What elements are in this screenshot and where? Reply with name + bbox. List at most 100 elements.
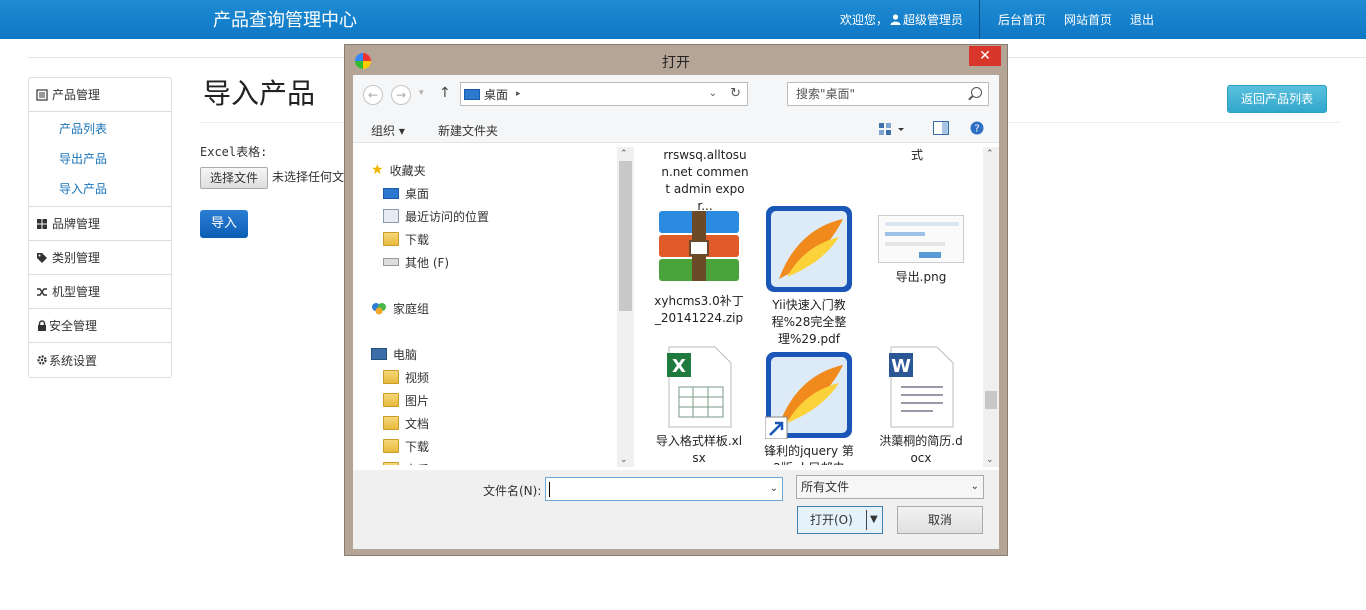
tree-item-music[interactable]: 音乐 xyxy=(383,459,429,465)
scroll-up-icon[interactable]: ⌃ xyxy=(986,149,994,159)
up-arrow-icon[interactable]: ↑ xyxy=(439,85,451,101)
sidebar-group-brands[interactable]: 品牌管理 xyxy=(29,207,171,241)
tree-item-desktop[interactable]: 桌面 xyxy=(383,183,429,203)
forward-arrow-icon[interactable]: → xyxy=(391,85,411,105)
sidebar: 产品管理 产品列表 导出产品 导入产品 品牌管理 类别管理 机型管理 安全管理 … xyxy=(28,77,172,378)
tree-label: 桌面 xyxy=(405,186,430,201)
tree-computer[interactable]: 电脑 xyxy=(371,344,417,364)
dialog-titlebar[interactable]: 打开 ✕ xyxy=(345,45,1007,75)
chevron-down-icon[interactable]: ⌄ xyxy=(770,483,778,494)
new-folder-button[interactable]: 新建文件夹 xyxy=(438,122,498,139)
sidebar-group-security[interactable]: 安全管理 xyxy=(29,309,171,343)
gear-icon xyxy=(36,354,48,366)
tree-item-recent[interactable]: 最近访问的位置 xyxy=(383,206,489,226)
no-file-text: 未选择任何文 xyxy=(272,170,345,184)
address-text: 桌面 xyxy=(484,87,509,102)
import-button[interactable]: 导入 xyxy=(200,210,248,238)
image-thumbnail-icon xyxy=(878,215,964,263)
logout-link[interactable]: 退出 xyxy=(1130,11,1154,28)
tree-item-other-drive[interactable]: 其他 (F) xyxy=(383,252,449,272)
help-icon[interactable]: ? xyxy=(970,121,984,138)
tree-label: 电脑 xyxy=(393,347,418,362)
history-dropdown-icon[interactable]: ▾ xyxy=(419,88,424,98)
file-item[interactable]: W 洪蕖桐的简历.docx xyxy=(871,345,971,465)
tree-label: 视频 xyxy=(405,370,430,385)
sidebar-group-label: 产品管理 xyxy=(52,88,101,102)
dialog-title: 打开 xyxy=(662,55,690,71)
site-home-link[interactable]: 网站首页 xyxy=(1064,11,1112,28)
filetype-select[interactable]: 所有文件 ⌄ xyxy=(796,475,984,499)
excel-label: Excel表格: xyxy=(200,145,268,159)
sidebar-group-models[interactable]: 机型管理 xyxy=(29,275,171,309)
organize-menu[interactable]: 组织 ▾ xyxy=(371,122,405,139)
preview-pane-icon[interactable] xyxy=(933,121,949,138)
tree-item-downloads-pc[interactable]: 下载 xyxy=(383,436,429,456)
dialog-footer: 文件名(N): ⌄ 所有文件 ⌄ 打开(O) ▼ 取消 xyxy=(353,470,999,549)
scroll-down-icon[interactable]: ⌄ xyxy=(986,455,994,465)
list-icon xyxy=(36,88,48,101)
tree-scroll-thumb[interactable] xyxy=(619,161,632,311)
file-item[interactable]: 锋利的jquery 第2版 人民邮电 xyxy=(759,351,859,465)
view-options-icon[interactable] xyxy=(879,122,905,139)
file-scrollbar[interactable]: ⌃ ⌄ xyxy=(983,147,999,467)
close-button[interactable]: ✕ xyxy=(969,46,1001,66)
dialog-toolbar: 组织 ▾ 新建文件夹 ? xyxy=(353,115,999,143)
star-icon: ★ xyxy=(371,162,384,178)
back-arrow-icon[interactable]: ← xyxy=(363,85,383,105)
file-scroll-thumb[interactable] xyxy=(985,391,997,409)
chevron-right-icon: ▸ xyxy=(516,89,521,99)
sidebar-group-settings[interactable]: 系统设置 xyxy=(29,343,171,377)
sidebar-group-categories[interactable]: 类别管理 xyxy=(29,241,171,275)
navigation-tree: ★ 收藏夹 桌面 最近访问的位置 下载 其他 (F) 家庭组 电脑 视频 图片 … xyxy=(353,145,633,465)
sidebar-group-label: 品牌管理 xyxy=(52,217,101,231)
filename-input[interactable]: ⌄ xyxy=(545,477,783,501)
back-to-list-button[interactable]: 返回产品列表 xyxy=(1227,85,1327,113)
top-bar: 产品查询管理中心 欢迎您， 超级管理员 后台首页 网站首页 退出 xyxy=(0,0,1366,39)
navigation-bar: ← → ▾ ↑ 桌面 ▸ ⌄ ↻ 搜索"桌面" xyxy=(353,75,999,115)
file-item[interactable]: xyhcms3.0补丁_20141224.zip xyxy=(649,205,749,327)
welcome-area: 欢迎您， 超级管理员 xyxy=(840,0,980,39)
file-item[interactable]: 导出.png xyxy=(871,205,971,286)
downloads-folder-icon xyxy=(383,439,399,453)
videos-folder-icon xyxy=(383,370,399,384)
tree-label: 最近访问的位置 xyxy=(405,209,490,224)
user-name-link[interactable]: 超级管理员 xyxy=(903,11,963,28)
foxit-pdf-icon xyxy=(765,205,853,293)
tree-label: 文档 xyxy=(405,416,430,431)
tree-homegroup[interactable]: 家庭组 xyxy=(371,298,429,318)
foxit-pdf-shortcut-icon xyxy=(764,351,853,440)
cancel-button[interactable]: 取消 xyxy=(897,506,983,534)
search-icon xyxy=(971,87,982,98)
search-input[interactable]: 搜索"桌面" xyxy=(787,82,989,106)
address-bar[interactable]: 桌面 ▸ ⌄ ↻ xyxy=(460,82,748,106)
tree-item-videos[interactable]: 视频 xyxy=(383,367,429,387)
sidebar-item-export-products[interactable]: 导出产品 xyxy=(29,144,171,174)
choose-file-button[interactable]: 选择文件 xyxy=(200,167,268,189)
tree-favorites[interactable]: ★ 收藏夹 xyxy=(371,160,426,180)
tree-scrollbar[interactable]: ⌃ ⌄ xyxy=(617,147,634,467)
refresh-icon[interactable]: ↻ xyxy=(730,86,741,101)
computer-icon xyxy=(371,348,387,360)
sidebar-group-products[interactable]: 产品管理 xyxy=(29,78,171,112)
open-dropdown-icon[interactable]: ▼ xyxy=(870,507,878,533)
excel-file-icon: X xyxy=(657,345,741,429)
chevron-down-icon[interactable]: ⌄ xyxy=(709,88,717,99)
file-item[interactable]: 式 xyxy=(867,147,967,164)
grid-icon xyxy=(36,218,48,230)
tree-item-pictures[interactable]: 图片 xyxy=(383,390,429,410)
tree-item-downloads[interactable]: 下载 xyxy=(383,229,429,249)
file-item[interactable]: X 导入格式样板.xlsx xyxy=(649,345,749,465)
open-button[interactable]: 打开(O) ▼ xyxy=(797,506,883,534)
user-icon xyxy=(890,14,901,25)
tree-item-documents[interactable]: 文档 xyxy=(383,413,429,433)
chevron-down-icon: ⌄ xyxy=(970,481,979,492)
file-name: 导入格式样板.xlsx xyxy=(655,434,743,465)
admin-home-link[interactable]: 后台首页 xyxy=(998,11,1046,28)
tree-label: 收藏夹 xyxy=(389,163,426,178)
sidebar-group-label: 机型管理 xyxy=(52,285,101,299)
sidebar-item-import-products[interactable]: 导入产品 xyxy=(29,174,171,204)
scroll-down-icon[interactable]: ⌄ xyxy=(620,455,628,465)
scroll-up-icon[interactable]: ⌃ xyxy=(620,149,628,159)
sidebar-item-product-list[interactable]: 产品列表 xyxy=(29,114,171,144)
file-item[interactable]: Yii快速入门教程%28完全整理%29.pdf xyxy=(759,205,859,348)
